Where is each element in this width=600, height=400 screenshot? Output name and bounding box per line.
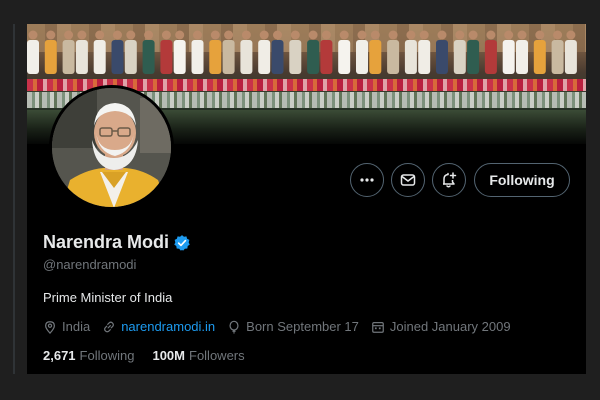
avatar-portrait [52, 88, 171, 207]
banner-group-photo [27, 30, 577, 74]
display-name: Narendra Modi [43, 232, 170, 252]
profile-meta: India narendramodi.in Born September 17 … [43, 319, 523, 334]
website-link[interactable]: narendramodi.in [121, 319, 215, 334]
envelope-icon [400, 174, 416, 186]
profile-bio: Prime Minister of India [43, 290, 173, 305]
following-label: Following [79, 348, 135, 363]
profile-name-row: Narendra Modi [43, 232, 191, 253]
location-text: India [62, 319, 91, 334]
bell-plus-icon [443, 172, 457, 188]
avatar[interactable] [49, 85, 174, 210]
followers-label: Followers [189, 348, 245, 363]
verified-badge-icon[interactable] [173, 234, 191, 252]
joined-item: Joined January 2009 [371, 319, 511, 334]
birthday-text: Born September 17 [246, 319, 359, 334]
joined-text: Joined January 2009 [389, 319, 511, 334]
sidebar-divider [13, 24, 15, 374]
calendar-icon [372, 321, 384, 333]
link-icon [104, 321, 115, 332]
more-options-button[interactable] [350, 163, 384, 197]
followers-count: 100M [152, 348, 185, 363]
profile-stats: 2,671 Following 100M Followers [43, 348, 263, 363]
location-pin-icon [45, 320, 55, 334]
balloon-icon [229, 320, 239, 334]
following-button[interactable]: Following [474, 163, 570, 197]
notifications-button[interactable] [432, 163, 466, 197]
following-stat[interactable]: 2,671 Following [43, 348, 134, 363]
following-count: 2,671 [43, 348, 76, 363]
profile-handle: @narendramodi [43, 257, 137, 272]
location-item: India [43, 319, 90, 334]
ellipsis-icon [360, 178, 374, 182]
website-item: narendramodi.in [102, 319, 215, 334]
profile-page: Following Narendra Modi @narendramodi Pr… [27, 24, 586, 374]
message-button[interactable] [391, 163, 425, 197]
followers-stat[interactable]: 100M Followers [152, 348, 244, 363]
birthday-item: Born September 17 [227, 319, 359, 334]
